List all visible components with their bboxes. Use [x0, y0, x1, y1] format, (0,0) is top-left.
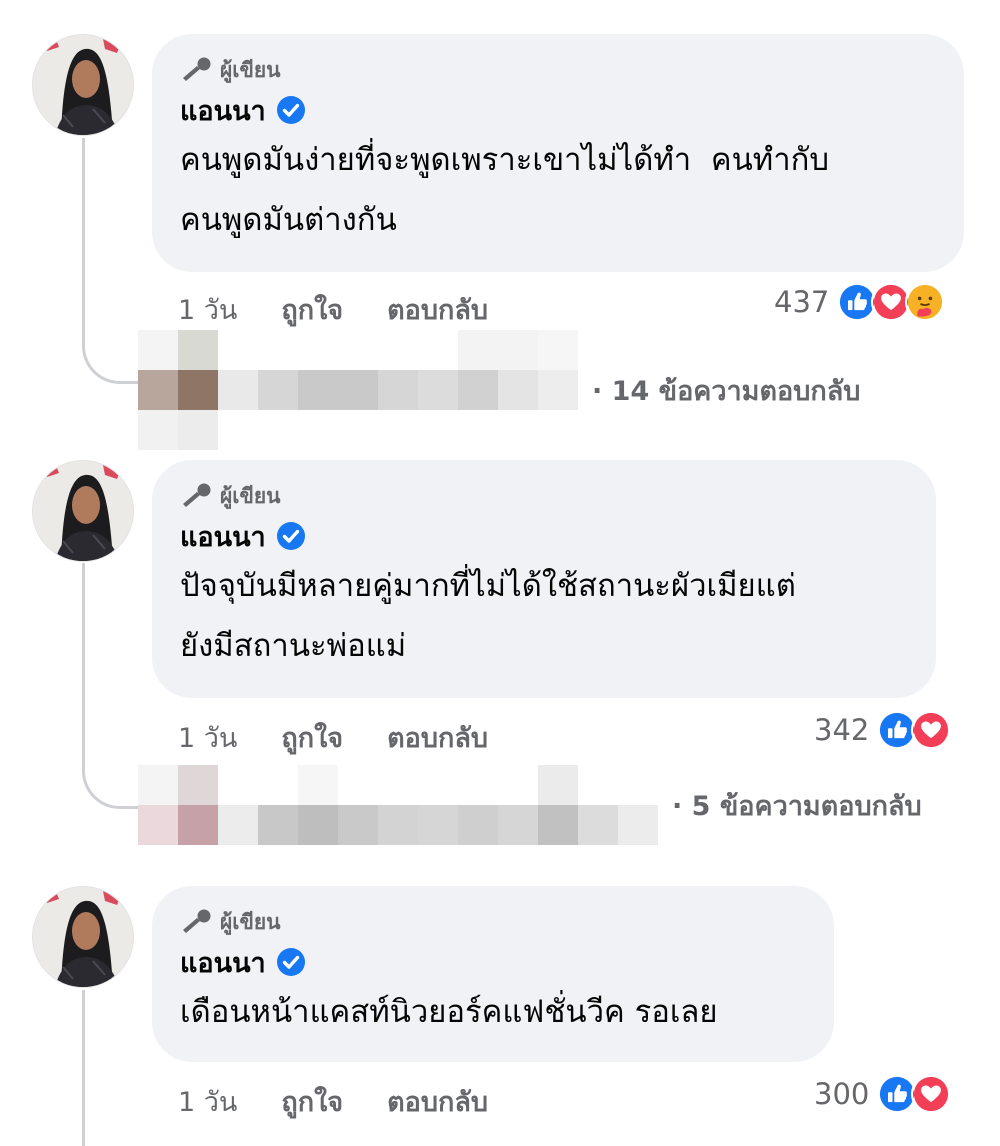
- reply-count[interactable]: · 14 ข้อความตอบกลับ: [592, 369, 860, 412]
- care-icon: [905, 282, 946, 322]
- thread-connector: [82, 763, 146, 809]
- blurred-replier-avatar: [138, 330, 578, 450]
- comment-bubble: ผู้เขียน แอนนา ปัจจุบันมีหลายคู่มากที่ไม…: [152, 460, 936, 698]
- avatar[interactable]: [32, 34, 134, 136]
- verified-badge-icon: [276, 948, 305, 976]
- avatar[interactable]: [32, 886, 134, 988]
- blurred-replier-avatar: [138, 765, 658, 845]
- author-badge: ผู้เขียน: [180, 908, 806, 936]
- microphone-icon: [183, 483, 211, 507]
- microphone-icon: [183, 909, 211, 933]
- thread-connector: [82, 338, 146, 384]
- reactions-summary[interactable]: 300: [814, 1074, 952, 1114]
- thread-line: [82, 138, 85, 338]
- reply-button[interactable]: ตอบกลับ: [387, 288, 488, 331]
- comment-text: คนพูดมันง่ายที่จะพูดเพราะเขาไม่ได้ทำ คนท…: [180, 142, 830, 238]
- reaction-count: 342: [814, 713, 870, 747]
- like-button[interactable]: ถูกใจ: [281, 288, 343, 331]
- comment-timestamp[interactable]: 1 วัน: [178, 288, 237, 331]
- reaction-count: 300: [814, 1077, 870, 1111]
- author-badge-label: ผู้เขียน: [220, 909, 281, 934]
- author-badge-label: ผู้เขียน: [220, 57, 281, 82]
- view-replies-link[interactable]: · 5 ข้อความตอบกลับ: [138, 765, 922, 845]
- reply-button[interactable]: ตอบกลับ: [387, 716, 488, 759]
- thread-line: [82, 563, 85, 763]
- love-icon: [911, 1074, 952, 1114]
- like-button[interactable]: ถูกใจ: [281, 716, 343, 759]
- comment-timestamp[interactable]: 1 วัน: [178, 716, 237, 759]
- verified-badge-icon: [276, 96, 305, 124]
- thread-line: [82, 990, 85, 1146]
- comment-text: ปัจจุบันมีหลายคู่มากที่ไม่ได้ใช้สถานะผัว…: [180, 568, 796, 664]
- author-badge: ผู้เขียน: [180, 56, 936, 84]
- like-button[interactable]: ถูกใจ: [281, 1080, 343, 1123]
- microphone-icon: [183, 57, 211, 81]
- reaction-count: 437: [774, 285, 830, 319]
- verified-badge-icon: [276, 522, 305, 550]
- comment-bubble: ผู้เขียน แอนนา เดือนหน้าแคสท์นิวยอร์คแฟช…: [152, 886, 834, 1062]
- reactions-summary[interactable]: 342: [814, 710, 952, 750]
- commenter-name[interactable]: แอนนา: [180, 89, 266, 132]
- reply-button[interactable]: ตอบกลับ: [387, 1080, 488, 1123]
- love-icon: [911, 710, 952, 750]
- reply-count[interactable]: · 5 ข้อความตอบกลับ: [672, 784, 922, 827]
- commenter-name[interactable]: แอนนา: [180, 941, 266, 984]
- avatar[interactable]: [32, 460, 134, 562]
- comment-bubble: ผู้เขียน แอนนา คนพูดมันง่ายที่จะพูดเพราะ…: [152, 34, 964, 272]
- author-badge-label: ผู้เขียน: [220, 483, 281, 508]
- commenter-name[interactable]: แอนนา: [180, 515, 266, 558]
- author-badge: ผู้เขียน: [180, 482, 908, 510]
- reactions-summary[interactable]: 437: [774, 282, 946, 322]
- comment-text: เดือนหน้าแคสท์นิวยอร์คแฟชั่นวีค รอเลย: [180, 994, 718, 1030]
- view-replies-link[interactable]: · 14 ข้อความตอบกลับ: [138, 330, 860, 450]
- comment-timestamp[interactable]: 1 วัน: [178, 1080, 237, 1123]
